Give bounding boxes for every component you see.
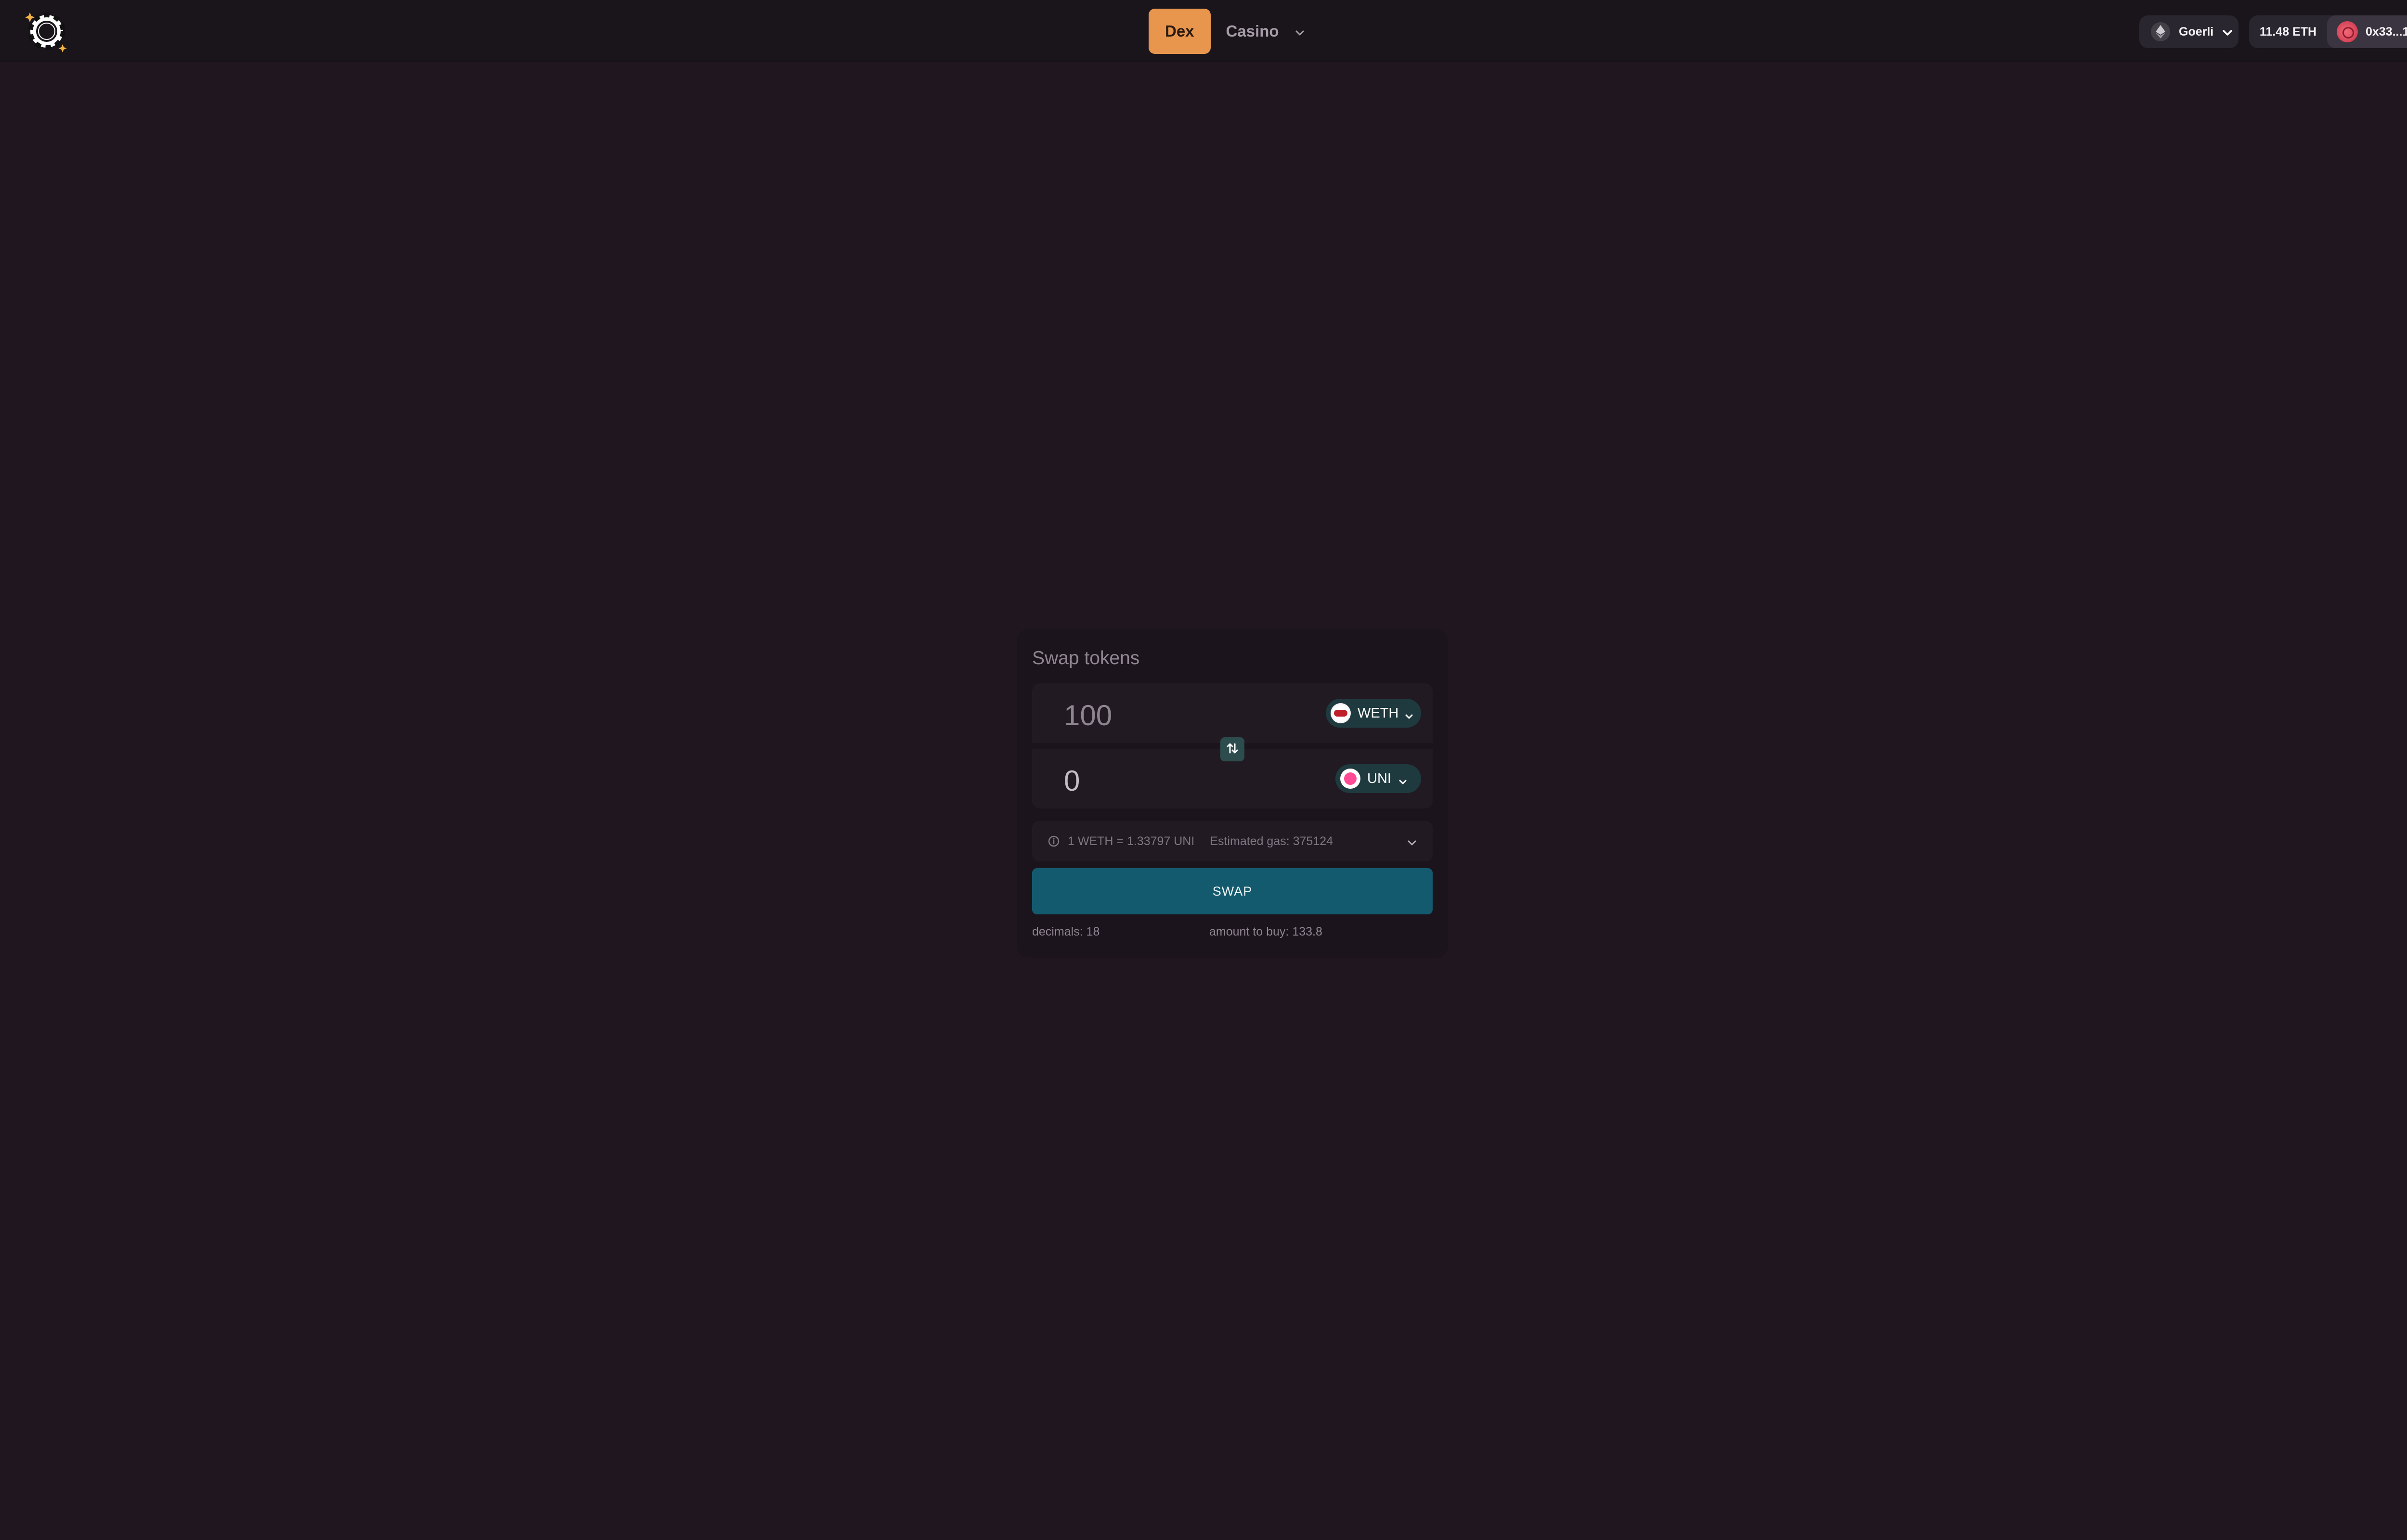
nav-dex-tab[interactable]: Dex <box>1149 9 1211 54</box>
to-token-selector[interactable]: UNI <box>1335 764 1421 793</box>
main-nav: Dex Casino <box>1149 9 1306 54</box>
from-token-selector[interactable]: WETH <box>1326 699 1421 728</box>
avatar <box>2337 21 2358 42</box>
top-bar: Dex Casino Goerli 11.48 ETH 0x33...1D99 <box>0 0 2407 62</box>
exchange-rate: 1 WETH = 1.33797 UNI <box>1068 834 1195 848</box>
from-token-label: WETH <box>1358 705 1399 721</box>
account-address: 0x33...1D99 <box>2366 25 2407 38</box>
from-amount-input[interactable]: 100 <box>1064 699 1112 732</box>
chevron-down-icon <box>1294 25 1306 38</box>
chevron-down-icon <box>1404 708 1414 719</box>
decimals-text: decimals: 18 <box>1032 925 1100 938</box>
chevron-down-icon <box>1398 774 1408 784</box>
network-selector[interactable]: Goerli <box>2139 15 2239 48</box>
card-title: Swap tokens <box>1032 648 1140 668</box>
network-label: Goerli <box>2179 25 2214 38</box>
from-token-box: 100 WETH <box>1032 683 1433 743</box>
account-button[interactable]: 0x33...1D99 <box>2327 15 2407 48</box>
to-token-label: UNI <box>1367 770 1391 786</box>
swap-direction-button[interactable] <box>1220 737 1244 761</box>
weth-token-icon <box>1331 703 1351 723</box>
estimated-gas: Estimated gas: 375124 <box>1210 834 1333 848</box>
eth-balance: 11.48 ETH <box>2259 25 2317 38</box>
chevron-down-icon <box>1407 836 1417 846</box>
swap-arrows-icon <box>1225 741 1240 758</box>
chip-logo-icon[interactable] <box>25 10 68 53</box>
swap-button[interactable]: SWAP <box>1032 868 1433 914</box>
ethereum-icon <box>2151 22 2170 41</box>
uni-token-icon <box>1340 769 1360 789</box>
account-widget: 11.48 ETH 0x33...1D99 <box>2249 15 2407 48</box>
swap-card: Swap tokens 100 WETH 0 UNI 1 WETH = 1.33… <box>1017 629 1448 958</box>
to-amount-output[interactable]: 0 <box>1064 764 1080 797</box>
amount-to-buy-text: amount to buy: 133.8 <box>1209 925 1322 938</box>
chevron-down-icon <box>2221 27 2234 37</box>
nav-casino-label: Casino <box>1226 22 1279 40</box>
rate-info-row[interactable]: 1 WETH = 1.33797 UNI Estimated gas: 3751… <box>1032 821 1433 861</box>
info-icon <box>1048 835 1060 847</box>
nav-casino-menu[interactable]: Casino <box>1226 9 1306 54</box>
